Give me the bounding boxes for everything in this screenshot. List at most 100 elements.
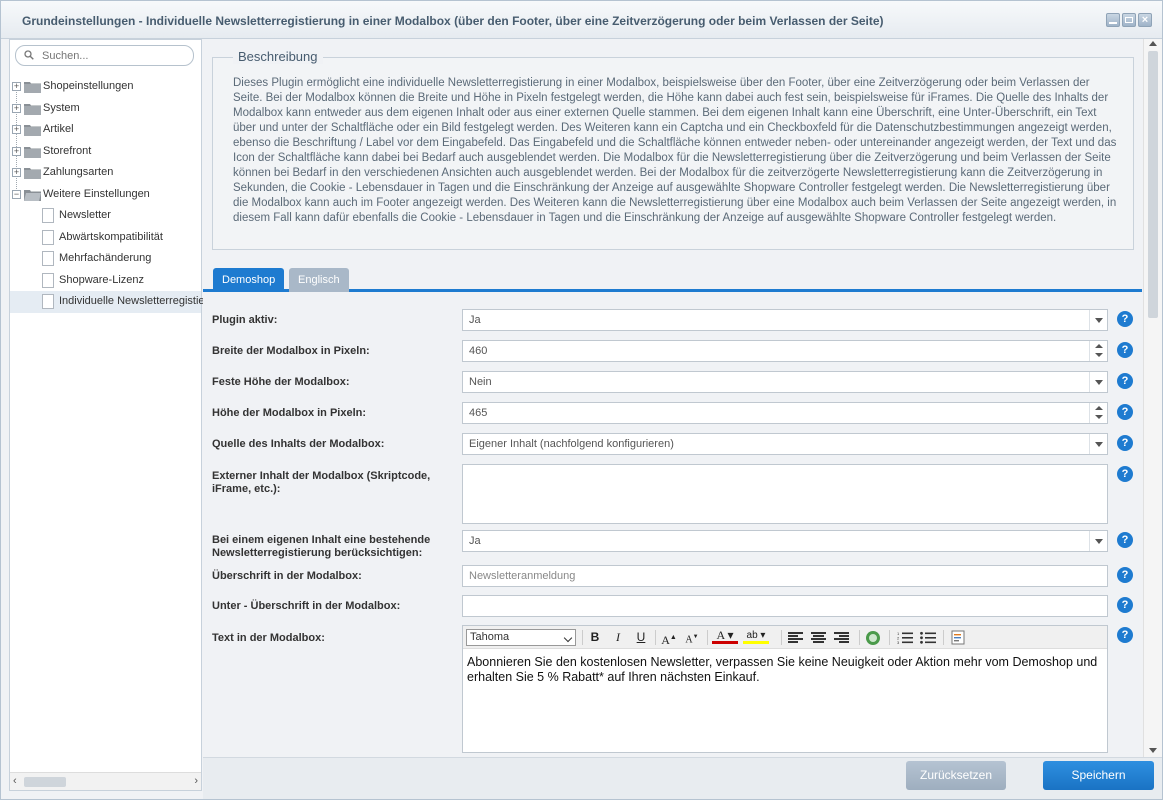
- source-select[interactable]: Eigener Inhalt (nachfolgend konfiguriere…: [462, 433, 1108, 455]
- field-label: Feste Höhe der Modalbox:: [212, 376, 350, 388]
- heading-input[interactable]: Newsletteranmeldung: [462, 565, 1108, 587]
- help-icon[interactable]: ?: [1117, 435, 1133, 451]
- consider-existing-select[interactable]: Ja: [462, 530, 1108, 552]
- content-vertical-scrollbar[interactable]: [1143, 39, 1162, 757]
- source-edit-icon[interactable]: [951, 630, 967, 645]
- save-button[interactable]: Speichern: [1043, 761, 1154, 790]
- help-icon[interactable]: ?: [1117, 597, 1133, 613]
- tree-label: Weitere Einstellungen: [43, 187, 150, 200]
- settings-content: Beschreibung Dieses Plugin ermöglicht ei…: [203, 39, 1162, 757]
- scrollbar-thumb[interactable]: [24, 777, 66, 787]
- height-number-field[interactable]: 465: [462, 402, 1108, 424]
- underline-icon[interactable]: U: [632, 629, 650, 646]
- maximize-button[interactable]: [1122, 13, 1136, 27]
- tree-label: Abwärtskompatibilität: [59, 230, 163, 243]
- expand-icon[interactable]: +: [12, 125, 21, 134]
- tree-folder-shopeinstellungen[interactable]: + Shopeinstellungen: [10, 76, 201, 98]
- fixed-height-select[interactable]: Nein: [462, 371, 1108, 393]
- tree-folder-storefront[interactable]: + Storefront: [10, 141, 201, 163]
- folder-icon: [24, 168, 41, 179]
- field-label: Überschrift in der Modalbox:: [212, 570, 362, 582]
- dropdown-arrow-icon[interactable]: [1089, 310, 1107, 330]
- spinner[interactable]: [1089, 341, 1107, 361]
- tree-item-newsletter[interactable]: Newsletter: [10, 205, 201, 227]
- bullet-list-icon[interactable]: [920, 631, 936, 644]
- tree-item-abwaertskompatibilitaet[interactable]: Abwärtskompatibilität: [10, 227, 201, 249]
- help-icon[interactable]: ?: [1117, 311, 1133, 327]
- search-input[interactable]: [42, 48, 187, 63]
- window-title: Grundeinstellungen - Individuelle Newsle…: [22, 14, 884, 28]
- help-icon[interactable]: ?: [1117, 567, 1133, 583]
- help-icon[interactable]: ?: [1117, 404, 1133, 420]
- subheading-input[interactable]: [462, 595, 1108, 617]
- help-icon[interactable]: ?: [1117, 342, 1133, 358]
- italic-icon[interactable]: I: [609, 629, 627, 646]
- tree-label: Mehrfachänderung: [59, 252, 152, 264]
- align-right-icon[interactable]: [834, 632, 849, 643]
- sidebar-horizontal-scrollbar[interactable]: ‹ ›: [10, 772, 201, 790]
- close-button[interactable]: ×: [1138, 13, 1152, 27]
- width-number-field[interactable]: 460: [462, 340, 1108, 362]
- scroll-down-icon[interactable]: [1149, 748, 1157, 753]
- text-richtext-editor[interactable]: Tahoma B I U A▲ A▼ A ▾ ab ▾ 1 2 3 Abonni…: [462, 625, 1108, 753]
- search-box[interactable]: [15, 45, 194, 66]
- editor-content[interactable]: Abonnieren Sie den kostenlosen Newslette…: [467, 655, 1103, 685]
- link-icon[interactable]: [865, 630, 881, 646]
- scrollbar-thumb[interactable]: [1148, 51, 1158, 318]
- bold-icon[interactable]: B: [586, 629, 604, 646]
- select-value: Nein: [469, 376, 492, 388]
- select-value: Ja: [469, 314, 481, 326]
- dropdown-arrow-icon[interactable]: [1089, 434, 1107, 454]
- scroll-left-icon[interactable]: ‹: [13, 775, 17, 787]
- shrink-font-icon[interactable]: A▼: [683, 629, 701, 646]
- settings-form: Plugin aktiv: Ja ? Breite der Modalbox i…: [203, 295, 1142, 757]
- title-bar: Grundeinstellungen - Individuelle Newsle…: [1, 1, 1162, 39]
- tree-item-mehrfachaenderung[interactable]: Mehrfachänderung: [10, 248, 201, 270]
- help-icon[interactable]: ?: [1117, 532, 1133, 548]
- tab-demoshop[interactable]: Demoshop: [213, 268, 285, 292]
- plugin-active-select[interactable]: Ja: [462, 309, 1108, 331]
- scroll-right-icon[interactable]: ›: [194, 775, 198, 787]
- external-content-textarea[interactable]: [462, 464, 1108, 524]
- ordered-list-icon[interactable]: 123: [897, 631, 913, 644]
- spin-down-icon[interactable]: [1095, 353, 1103, 357]
- align-left-icon[interactable]: [788, 632, 803, 643]
- document-icon: [42, 272, 54, 288]
- minimize-button[interactable]: [1106, 13, 1120, 27]
- reset-button[interactable]: Zurücksetzen: [906, 761, 1006, 790]
- expand-icon[interactable]: +: [12, 82, 21, 91]
- align-center-icon[interactable]: [811, 632, 826, 643]
- scroll-up-icon[interactable]: [1149, 41, 1157, 46]
- tree-item-shopware-lizenz[interactable]: Shopware-Lizenz: [10, 270, 201, 292]
- spin-up-icon[interactable]: [1095, 406, 1103, 410]
- tree-folder-zahlungsarten[interactable]: + Zahlungsarten: [10, 162, 201, 184]
- expand-icon[interactable]: +: [12, 103, 21, 113]
- tree-folder-system[interactable]: + System: [10, 98, 201, 120]
- help-icon[interactable]: ?: [1117, 466, 1133, 482]
- help-icon[interactable]: ?: [1117, 373, 1133, 389]
- tree-folder-artikel[interactable]: + Artikel: [10, 119, 201, 141]
- collapse-icon[interactable]: −: [12, 189, 21, 199]
- help-icon[interactable]: ?: [1117, 627, 1133, 643]
- tree-label: Artikel: [43, 123, 74, 135]
- highlight-color-icon[interactable]: ab ▾: [743, 629, 769, 644]
- dropdown-arrow-icon[interactable]: [1089, 372, 1107, 392]
- field-label: Externer Inhalt der Modalbox (Skriptcode…: [212, 470, 431, 495]
- settings-tree: + Shopeinstellungen + System + Artikel +…: [10, 76, 208, 313]
- spinner[interactable]: [1089, 403, 1107, 423]
- spin-down-icon[interactable]: [1095, 415, 1103, 419]
- description-text: Dieses Plugin ermöglicht eine individuel…: [233, 77, 1117, 224]
- expand-icon[interactable]: +: [12, 168, 21, 177]
- spin-up-icon[interactable]: [1095, 344, 1103, 348]
- font-color-icon[interactable]: A ▾: [712, 629, 738, 644]
- field-value: 460: [469, 345, 488, 357]
- expand-icon[interactable]: +: [12, 146, 21, 156]
- dropdown-arrow-icon[interactable]: [1089, 531, 1107, 551]
- tab-englisch[interactable]: Englisch: [289, 268, 349, 292]
- grow-font-icon[interactable]: A▲: [660, 629, 678, 647]
- document-icon: [42, 208, 54, 223]
- tree-folder-weitere-einstellungen[interactable]: − Weitere Einstellungen: [10, 184, 201, 206]
- tree-item-individuelle-newsletterregistierung[interactable]: Individuelle Newsletterregistier: [10, 291, 208, 313]
- font-family-select[interactable]: Tahoma: [466, 629, 576, 646]
- svg-text:3: 3: [897, 640, 900, 644]
